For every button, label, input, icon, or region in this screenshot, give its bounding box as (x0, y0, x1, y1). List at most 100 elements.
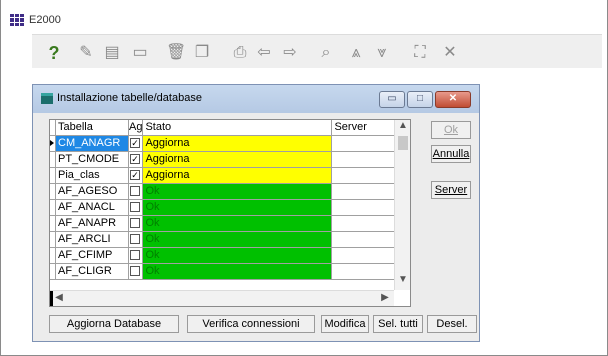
minimize-button[interactable]: ▭ (379, 91, 405, 108)
print-icon[interactable]: ⎙ (230, 43, 250, 63)
column-header-tabella[interactable]: Tabella (55, 120, 129, 136)
update-checkbox[interactable] (130, 186, 140, 197)
annulla-label: Annulla (432, 148, 470, 160)
cell-tabella[interactable]: CM_ANAGR (55, 135, 129, 152)
cell-stato[interactable]: Ok (142, 231, 333, 248)
form-icon[interactable]: ▤ (102, 43, 122, 63)
update-checkbox[interactable]: ✓ (130, 138, 140, 149)
save-icon[interactable]: ▭ (130, 43, 150, 63)
delete-icon[interactable]: 🗑 (166, 43, 186, 63)
double-up-icon[interactable]: ⩓ (346, 43, 366, 63)
main-toolbar: ? ✎ ▤ ▭ 🗑 ❐ ⎙ ⇦ ⇨ ⌕ ⩓ ⩔ ⛶ ✕ (32, 34, 602, 68)
arrow-right-icon[interactable]: ⇨ (280, 43, 300, 63)
update-checkbox[interactable]: ✓ (130, 154, 140, 165)
cell-stato[interactable]: Ok (142, 215, 333, 232)
search-icon[interactable]: ⌕ (316, 43, 336, 63)
dialog-titlebar: Installazione tabelle/database ▭ □ ✕ (33, 85, 479, 113)
current-row-icon (50, 140, 54, 146)
horizontal-scrollbar[interactable]: ◀ ▶ (50, 290, 394, 306)
cell-tabella[interactable]: AF_CLIGR (55, 263, 129, 280)
cell-stato[interactable]: Aggiorna (142, 167, 333, 184)
table-row[interactable]: AF_CFIMP Ok (50, 247, 408, 264)
modifica-button[interactable]: Modifica (321, 315, 369, 333)
cell-tabella[interactable]: AF_CFIMP (55, 247, 129, 264)
desel-tutti-label: Desel. tutti (436, 318, 468, 330)
table-row[interactable]: AF_ARCLI Ok (50, 231, 408, 248)
cell-stato[interactable]: Ok (142, 199, 333, 216)
tables-table: Tabella Ag Stato Server CM_ANAGR ✓ Aggiorn… (50, 120, 408, 280)
cell-ag (128, 199, 144, 216)
install-tables-dialog: Installazione tabelle/database ▭ □ ✕ Tab… (32, 84, 480, 342)
desel-tutti-button[interactable]: Desel. tutti (427, 315, 477, 333)
scroll-down-icon[interactable]: ▼ (395, 274, 411, 288)
table-row[interactable]: CM_ANAGR ✓ Aggiorna (50, 135, 408, 152)
cell-ag: ✓ (128, 167, 144, 184)
server-label: Server (434, 184, 468, 196)
scroll-up-icon[interactable]: ▲ (395, 120, 411, 134)
cell-ag (128, 231, 144, 248)
cell-stato[interactable]: Aggiorna (142, 135, 333, 152)
help-icon[interactable]: ? (44, 43, 64, 63)
update-checkbox[interactable] (130, 218, 140, 229)
copy-icon[interactable]: ❐ (192, 43, 212, 63)
table-icon (41, 93, 53, 104)
verifica-connessioni-button[interactable]: Verifica connessioni (187, 315, 315, 333)
double-down-icon[interactable]: ⩔ (372, 43, 392, 63)
update-checkbox[interactable] (130, 266, 140, 277)
arrow-left-icon[interactable]: ⇦ (254, 43, 274, 63)
cell-tabella[interactable]: AF_ANACL (55, 199, 129, 216)
cell-ag (128, 247, 144, 264)
cell-ag (128, 183, 144, 200)
update-checkbox[interactable]: ✓ (130, 170, 140, 181)
cell-tabella[interactable]: PT_CMODE (55, 151, 129, 168)
tools-icon[interactable]: ✕ (440, 43, 460, 63)
ok-button[interactable]: Ok (431, 121, 471, 139)
ok-label: Ok (443, 124, 459, 136)
cell-stato[interactable]: Ok (142, 183, 333, 200)
update-checkbox[interactable] (130, 234, 140, 245)
verifica-connessioni-label: Verifica connessioni (202, 318, 300, 330)
maximize-icon: □ (416, 93, 424, 104)
edit-icon[interactable]: ✎ (76, 43, 96, 63)
table-header-row: Tabella Ag Stato Server (50, 120, 408, 136)
aggiorna-database-button[interactable]: Aggiorna Database (49, 315, 179, 333)
tables-grid[interactable]: Tabella Ag Stato Server CM_ANAGR ✓ Aggiorn… (49, 119, 411, 307)
app-grid-icon (10, 14, 24, 26)
cell-stato[interactable]: Aggiorna (142, 151, 333, 168)
table-row[interactable]: AF_ANAPR Ok (50, 215, 408, 232)
cell-ag: ✓ (128, 151, 144, 168)
table-row[interactable]: AF_ANACL Ok (50, 199, 408, 216)
cell-ag (128, 263, 144, 280)
table-row[interactable]: Pia_clas ✓ Aggiorna (50, 167, 408, 184)
cell-stato[interactable]: Ok (142, 263, 333, 280)
app-titlebar: E2000 (10, 12, 61, 28)
modifica-label: Modifica (324, 318, 366, 330)
binoculars-icon[interactable]: ⛶ (410, 43, 430, 63)
app-title: E2000 (29, 14, 61, 26)
annulla-button[interactable]: Annulla (431, 145, 471, 163)
cell-ag: ✓ (128, 135, 144, 152)
table-row[interactable]: AF_AGESO Ok (50, 183, 408, 200)
table-row[interactable]: PT_CMODE ✓ Aggiorna (50, 151, 408, 168)
table-row[interactable]: AF_CLIGR Ok (50, 263, 408, 280)
cell-tabella[interactable]: AF_ANAPR (55, 215, 129, 232)
scroll-thumb[interactable] (398, 136, 408, 150)
update-checkbox[interactable] (130, 202, 140, 213)
column-header-ag[interactable]: Ag (128, 120, 144, 136)
scroll-right-icon[interactable]: ▶ (380, 292, 390, 306)
vertical-scrollbar[interactable]: ▲ ▼ (394, 120, 410, 290)
update-checkbox[interactable] (130, 250, 140, 261)
server-button[interactable]: Server (431, 181, 471, 199)
scroll-left-icon[interactable]: ◀ (54, 292, 64, 306)
aggiorna-database-label: Aggiorna Database (66, 318, 162, 330)
minimize-icon: ▭ (387, 93, 397, 104)
scroll-thumb-horizontal[interactable] (50, 291, 53, 306)
sel-tutti-button[interactable]: Sel. tutti (373, 315, 423, 333)
cell-stato[interactable]: Ok (142, 247, 333, 264)
cell-tabella[interactable]: AF_ARCLI (55, 231, 129, 248)
column-header-stato[interactable]: Stato (142, 120, 333, 136)
cell-tabella[interactable]: AF_AGESO (55, 183, 129, 200)
close-button[interactable]: ✕ (435, 91, 471, 108)
maximize-button[interactable]: □ (407, 91, 433, 108)
cell-tabella[interactable]: Pia_clas (55, 167, 129, 184)
